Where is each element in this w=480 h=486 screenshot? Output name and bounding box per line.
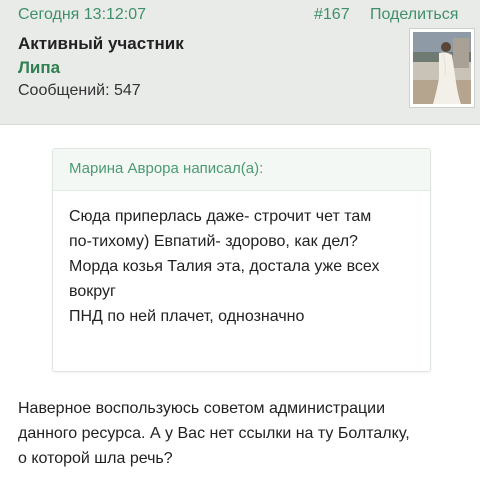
avatar-image xyxy=(413,32,471,104)
quote-block: Марина Аврора написал(а): Сюда приперлас… xyxy=(52,148,431,372)
message-line: Наверное воспользуюсь советом администра… xyxy=(18,400,386,417)
quote-text: Сюда приперлась даже- строчит чет там по… xyxy=(53,191,430,329)
post-message: Наверное воспользуюсь советом администра… xyxy=(18,396,468,471)
quote-line: Морда козья Талия эта, достала уже всех xyxy=(69,258,380,275)
quote-author[interactable]: Марина Аврора написал(а): xyxy=(53,149,430,191)
author-rank: Активный участник xyxy=(18,34,184,53)
quote-line: Сюда приперлась даже- строчит чет там xyxy=(69,208,372,225)
quote-line: по-тихому) Евпатий- здорово, как дел? xyxy=(69,233,358,250)
avatar[interactable] xyxy=(409,28,475,108)
author-name-link[interactable]: Липа xyxy=(18,58,60,78)
post-header: Сегодня 13:12:07 #167 Поделиться Активны… xyxy=(0,0,480,125)
message-line: о которой шла речь? xyxy=(18,450,173,467)
message-line: данного ресурса. А у Вас нет ссылки на т… xyxy=(18,425,410,442)
share-link[interactable]: Поделиться xyxy=(370,6,458,24)
quote-line: ПНД по ней плачет, однозначно xyxy=(69,308,305,325)
post-number-link[interactable]: #167 xyxy=(314,6,350,24)
post-timestamp[interactable]: Сегодня 13:12:07 xyxy=(18,6,146,24)
quote-line: вокруг xyxy=(69,283,116,300)
author-post-count: Сообщений: 547 xyxy=(18,82,141,99)
